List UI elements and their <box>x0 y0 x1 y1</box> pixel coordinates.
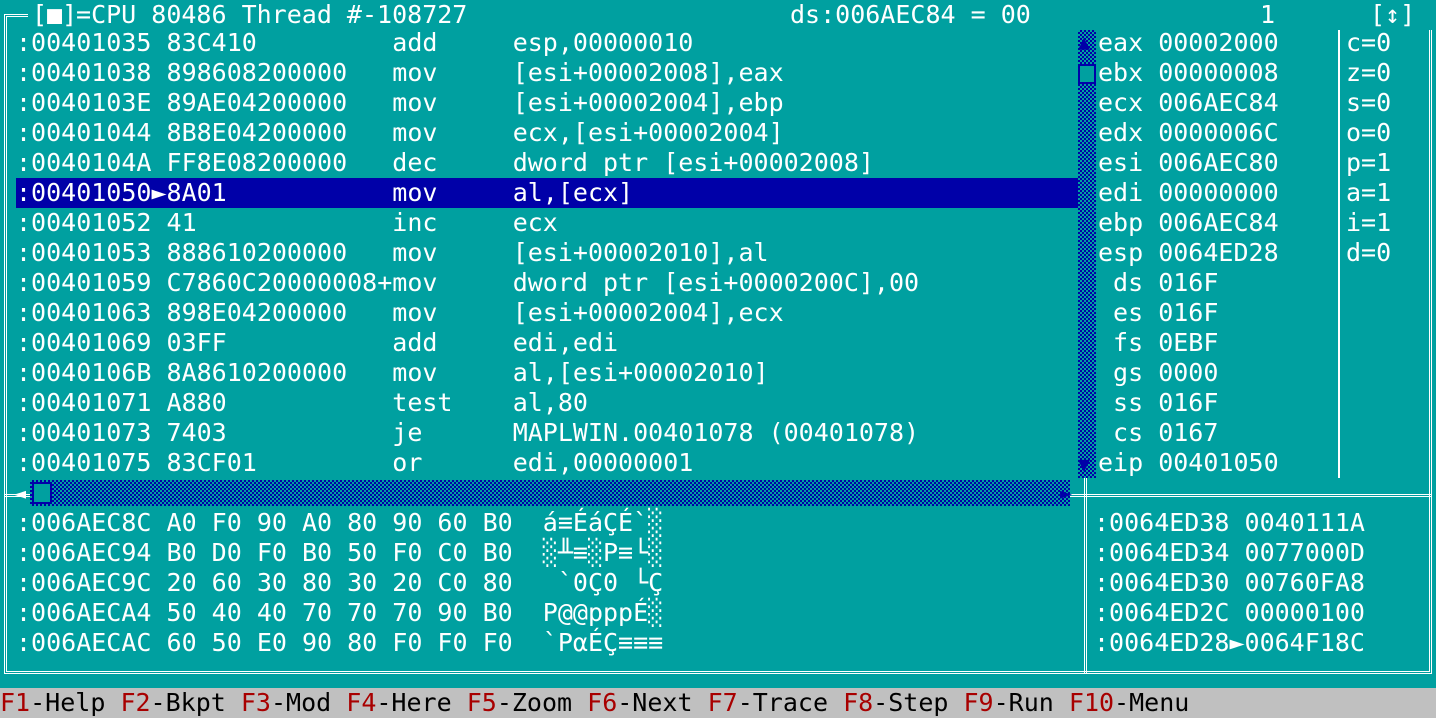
dump-row[interactable]: :006AECA4 50 40 40 70 70 70 90 B0 P@@ppp… <box>16 598 663 628</box>
disasm-row[interactable]: :00401044 8B8E04200000 mov ecx,[esi+0000… <box>16 118 784 148</box>
disasm-row-current[interactable]: :00401050►8A01 mov al,[ecx] <box>16 178 1078 208</box>
stack-row[interactable]: :0064ED38 0040111A <box>1094 508 1365 538</box>
fkey-f3[interactable]: F3-Mod <box>241 688 331 717</box>
register-row[interactable]: cs 0167 <box>1098 418 1218 448</box>
fkey-label: -Help <box>30 688 106 717</box>
fkey-code: F9 <box>963 688 994 717</box>
fkey-label: -Here <box>376 688 452 717</box>
fkey-code: F3 <box>240 688 271 717</box>
window-number: 1 <box>1260 0 1276 29</box>
register-row[interactable]: gs 0000 <box>1098 358 1218 388</box>
scroll-right-arrow-icon[interactable]: ► <box>1060 483 1072 503</box>
register-row[interactable]: es 016F <box>1098 298 1218 328</box>
flag-row[interactable]: a=1 <box>1346 178 1391 208</box>
register-row[interactable]: edx 0000006C <box>1098 118 1279 148</box>
disasm-horizontal-scrollbar[interactable] <box>30 480 1070 506</box>
fkey-code: F10 <box>1068 688 1115 717</box>
flag-row[interactable]: d=0 <box>1346 238 1391 268</box>
fkey-f8[interactable]: F8-Step <box>843 688 948 717</box>
stack-row[interactable]: :0064ED34 0077000D <box>1094 538 1365 568</box>
disasm-row[interactable]: :00401052 41 inc ecx <box>16 208 558 238</box>
register-row[interactable]: esp 0064ED28 <box>1098 238 1279 268</box>
scroll-down-arrow-icon[interactable]: ▼ <box>1078 454 1090 474</box>
register-row[interactable]: ss 016F <box>1098 388 1218 418</box>
window-title-text: CPU 80486 Thread #-108727 <box>91 0 468 29</box>
function-key-bar: F1-Help F2-Bkpt F3-Mod F4-Here F5-Zoom F… <box>0 688 1436 718</box>
stack-row[interactable]: :0064ED2C 00000100 <box>1094 598 1365 628</box>
flag-row[interactable]: s=0 <box>1346 88 1391 118</box>
disasm-row[interactable]: :0040104A FF8E08200000 dec dword ptr [es… <box>16 148 874 178</box>
register-row[interactable]: ebp 006AEC84 <box>1098 208 1279 238</box>
fkey-f9[interactable]: F9-Run <box>964 688 1054 717</box>
flag-row[interactable]: i=1 <box>1346 208 1391 238</box>
fkey-code: F2 <box>120 688 151 717</box>
fkey-f4[interactable]: F4-Here <box>346 688 451 717</box>
disasm-row[interactable]: :00401075 83CF01 or edi,00000001 <box>16 448 693 478</box>
fkey-f6[interactable]: F6-Next <box>587 688 692 717</box>
stack-row[interactable]: :0064ED28►0064F18C <box>1094 628 1365 658</box>
register-row[interactable]: ebx 00000008 <box>1098 58 1279 88</box>
fkey-label: -Menu <box>1114 688 1190 717</box>
disasm-row[interactable]: :00401063 898E04200000 mov [esi+00002004… <box>16 298 784 328</box>
flag-row[interactable]: c=0 <box>1346 28 1391 58</box>
fkey-label: -Run <box>993 688 1054 717</box>
fkey-label: -Next <box>617 688 693 717</box>
dump-row[interactable]: :006AEC8C A0 F0 90 A0 80 90 60 B0 á≡ÉáÇÉ… <box>16 508 663 538</box>
fkey-code: F6 <box>587 688 618 717</box>
disasm-row[interactable]: :00401073 7403 je MAPLWIN.00401078 (0040… <box>16 418 919 448</box>
fkey-label: -Mod <box>270 688 332 717</box>
fkey-f5[interactable]: F5-Zoom <box>467 688 572 717</box>
horizontal-scroll-thumb[interactable] <box>32 482 52 504</box>
scroll-up-arrow-icon[interactable]: ▲ <box>1078 32 1090 52</box>
disasm-row[interactable]: :00401071 A880 test al,80 <box>16 388 588 418</box>
fkey-f10[interactable]: F10-Menu <box>1069 688 1189 717</box>
register-row[interactable]: fs 0EBF <box>1098 328 1218 358</box>
fkey-label: -Trace <box>737 688 828 717</box>
flag-row[interactable]: o=0 <box>1346 118 1391 148</box>
register-row[interactable]: ds 016F <box>1098 268 1218 298</box>
register-row[interactable]: eax 00002000 <box>1098 28 1279 58</box>
register-row[interactable]: edi 00000000 <box>1098 178 1279 208</box>
fkey-f1[interactable]: F1-Help <box>0 688 105 717</box>
register-row[interactable]: eip 00401050 <box>1098 448 1279 478</box>
fkey-label: -Zoom <box>496 688 573 717</box>
dump-row[interactable]: :006AEC94 B0 D0 F0 B0 50 F0 C0 B0 ░╨≡░P≡… <box>16 538 663 568</box>
flag-row[interactable]: z=0 <box>1346 58 1391 88</box>
disasm-row[interactable]: :00401038 898608200000 mov [esi+00002008… <box>16 58 784 88</box>
disasm-row[interactable]: :0040103E 89AE04200000 mov [esi+00002004… <box>16 88 784 118</box>
disasm-vertical-scrollbar[interactable] <box>1078 30 1096 478</box>
disasm-row[interactable]: :00401059 C7860C20000008+mov dword ptr [… <box>16 268 919 298</box>
title-expression: ds:006AEC84 = 00 <box>790 0 1031 29</box>
scroll-left-arrow-icon[interactable]: ◄ <box>14 483 26 503</box>
register-row[interactable]: ecx 006AEC84 <box>1098 88 1279 118</box>
disasm-row[interactable]: :00401069 03FF add edi,edi <box>16 328 618 358</box>
fkey-f2[interactable]: F2-Bkpt <box>120 688 225 717</box>
zoom-box[interactable]: [↕] <box>1370 0 1415 30</box>
fkey-code: F4 <box>346 688 377 717</box>
stack-row[interactable]: :0064ED30 00760FA8 <box>1094 568 1365 598</box>
disasm-row[interactable]: :00401053 888610200000 mov [esi+00002010… <box>16 238 769 268</box>
close-box[interactable]: [■] <box>32 0 77 30</box>
fkey-code: F7 <box>707 688 738 717</box>
dump-row[interactable]: :006AECAC 60 50 E0 90 80 F0 F0 F0 `PαÉÇ≡… <box>16 628 663 658</box>
dump-row[interactable]: :006AEC9C 20 60 30 80 30 20 C0 80 `0Ç0 └… <box>16 568 663 598</box>
fkey-code: F5 <box>466 688 497 717</box>
flag-row[interactable]: p=1 <box>1346 148 1391 178</box>
register-row[interactable]: esi 006AEC80 <box>1098 148 1279 178</box>
scroll-thumb[interactable] <box>1078 64 1096 84</box>
disasm-row[interactable]: :0040106B 8A8610200000 mov al,[esi+00002… <box>16 358 769 388</box>
fkey-label: -Bkpt <box>150 688 226 717</box>
fkey-label: -Step <box>873 688 949 717</box>
window-title: =CPU 80486 Thread #-108727 <box>76 0 468 29</box>
fkey-code: F8 <box>843 688 874 717</box>
fkey-code: F1 <box>0 688 31 717</box>
register-flag-divider <box>1338 30 1340 478</box>
disasm-row[interactable]: :00401035 83C410 add esp,00000010 <box>16 28 693 58</box>
fkey-f7[interactable]: F7-Trace <box>708 688 828 717</box>
